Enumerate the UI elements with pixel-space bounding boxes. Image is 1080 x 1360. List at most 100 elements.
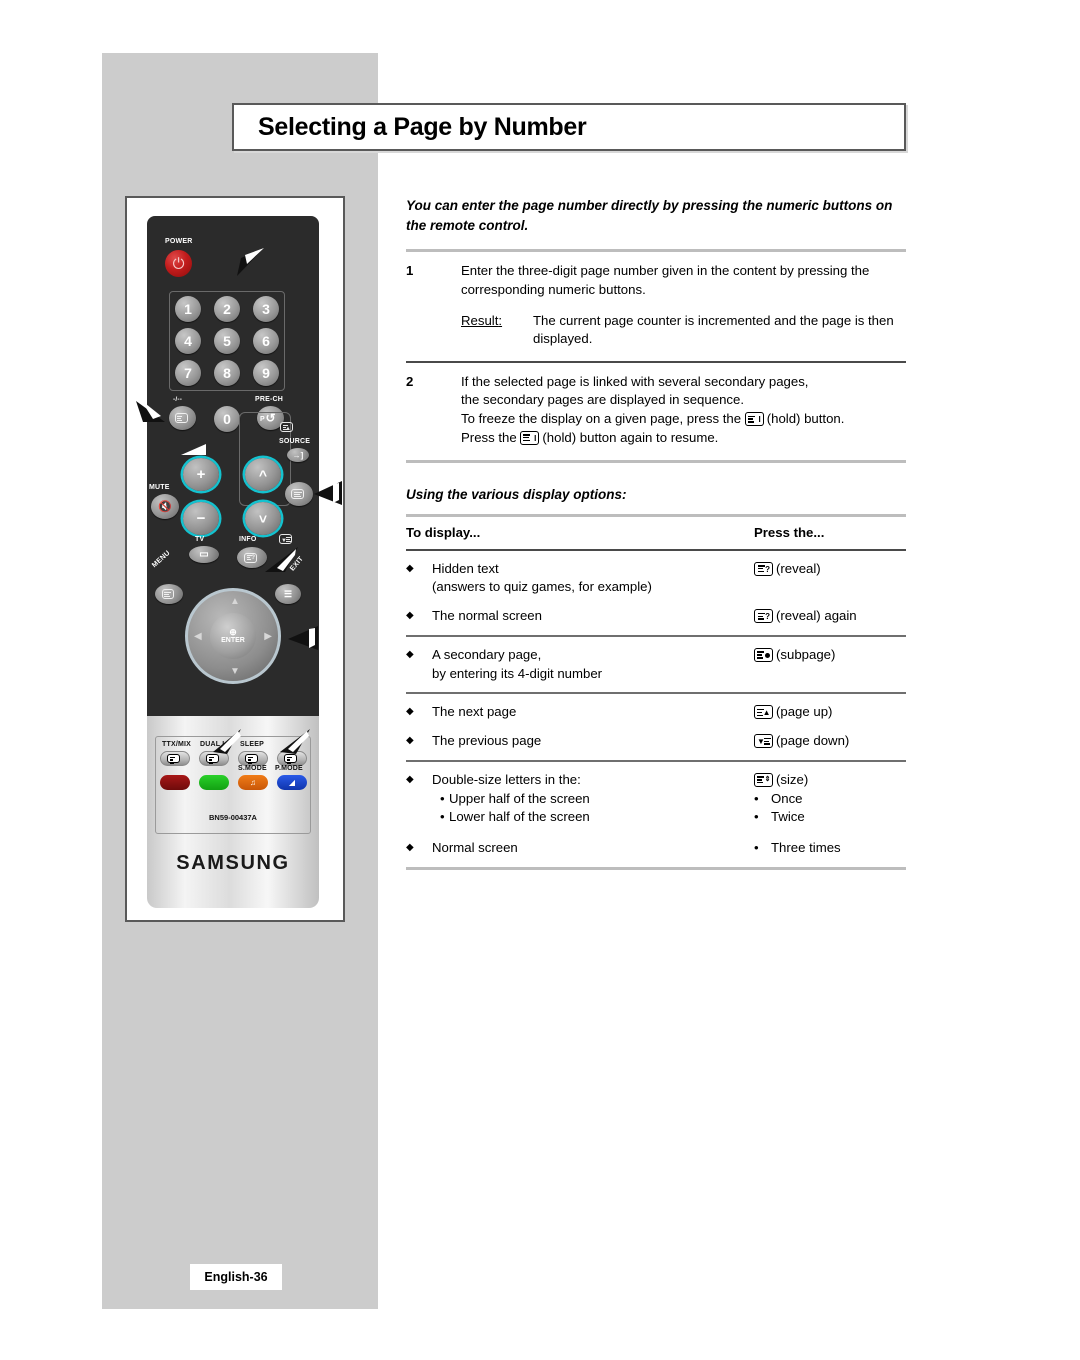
step-2-line-3: To freeze the display on a given page, p…: [461, 411, 845, 427]
bullet-diamond-icon: ◆: [406, 773, 414, 785]
program-label: P: [260, 416, 265, 423]
mute-label: MUTE: [149, 484, 170, 491]
row-display-text: A secondary page,: [432, 646, 542, 662]
table-row: ◆ Normal screen • Three times: [406, 827, 906, 858]
callout-arrow-size: [276, 728, 312, 758]
callout-arrow-right-middle: [311, 478, 343, 508]
table-rule-bottom: [406, 866, 906, 870]
key-2[interactable]: 2: [214, 296, 240, 322]
subrow-display-text: Lower half of the screen: [449, 809, 590, 825]
enter-button[interactable]: ⊕ ENTER: [210, 613, 256, 659]
teletext-index-button[interactable]: [169, 406, 196, 430]
teletext-page-down-icon: ▼: [754, 734, 773, 749]
step-2-line-1: If the selected page is linked with seve…: [461, 373, 809, 389]
menu-icon: [161, 589, 174, 599]
info-teletext-icon: ?: [244, 552, 257, 563]
exit-button[interactable]: ☰: [275, 584, 301, 604]
dpad-down-icon[interactable]: ▼: [230, 666, 240, 677]
volume-down-button[interactable]: −: [183, 502, 219, 535]
row-display-text: Double-size letters in the:: [432, 771, 581, 787]
info-label: INFO: [239, 536, 257, 543]
page-number-chip: English-36: [190, 1264, 282, 1290]
table-subrow: • Lower half of the screen • Twice: [406, 808, 906, 827]
s-mode-button[interactable]: ♫: [238, 775, 268, 790]
key-1[interactable]: 1: [175, 296, 201, 322]
teletext-subpage-icon: [754, 647, 773, 662]
bullet-diamond-icon: ◆: [406, 735, 414, 747]
bullet-dot-icon: •: [440, 790, 445, 806]
table-row: ◆ The previous page ▼ (page down): [406, 722, 906, 751]
green-key-button[interactable]: [199, 775, 229, 790]
table-group-2: ◆ A secondary page, by entering its 4-di…: [406, 637, 906, 692]
source-button[interactable]: →]: [287, 448, 309, 462]
teletext-page-up-icon: ▲: [754, 705, 773, 720]
channel-up-button[interactable]: ^: [245, 458, 281, 491]
intro-paragraph: You can enter the page number directly b…: [406, 198, 893, 233]
sleep-icon: [245, 754, 258, 764]
sleep-label: SLEEP: [240, 741, 264, 748]
callout-arrow-top: [231, 246, 265, 278]
bullet-dot-icon: •: [754, 840, 759, 856]
pre-ch-label: PRE-CH: [255, 396, 284, 403]
brand-logo: SAMSUNG: [176, 852, 290, 874]
dpad-left-icon[interactable]: ◀: [194, 631, 202, 642]
p-mode-label: P.MODE: [275, 765, 303, 772]
minus-slash-label: -/--: [173, 396, 183, 403]
numeric-keypad-group: 1 2 3 4 5 6 7 8 9: [169, 291, 285, 391]
table-subrow: • Upper half of the screen • Once: [406, 790, 906, 809]
step-1: 1 Enter the three-digit page number give…: [406, 252, 906, 361]
content-column: You can enter the page number directly b…: [406, 196, 906, 870]
table-row: ◆ A secondary page, by entering its 4-di…: [406, 646, 906, 683]
dpad-up-icon[interactable]: ▲: [230, 596, 240, 607]
page-title: Selecting a Page by Number: [258, 112, 587, 141]
subrow-display-text: Upper half of the screen: [449, 790, 590, 806]
table-row: ◆ Hidden text (answers to quiz games, fo…: [406, 560, 906, 597]
tv-label: TV: [195, 536, 205, 543]
teletext-reveal-icon: ?: [754, 609, 773, 624]
red-key-button[interactable]: [160, 775, 190, 790]
source-label: SOURCE: [279, 438, 311, 445]
bullet-diamond-icon: ◆: [406, 706, 414, 718]
volume-up-button[interactable]: +: [183, 458, 219, 491]
channel-down-button[interactable]: ˅: [245, 502, 281, 535]
row-press-text: (subpage): [776, 646, 836, 662]
key-9[interactable]: 9: [253, 360, 279, 386]
key-0[interactable]: 0: [214, 406, 240, 432]
teletext-page-up-icon-remote: ▲: [280, 422, 293, 432]
enter-label: ENTER: [221, 637, 245, 644]
key-7[interactable]: 7: [175, 360, 201, 386]
key-8[interactable]: 8: [214, 360, 240, 386]
row-press-text: Three times: [771, 840, 841, 856]
key-6[interactable]: 6: [253, 328, 279, 354]
teletext-index-icon: [174, 413, 188, 423]
directional-pad[interactable]: ▲ ▼ ◀ ▶ ⊕ ENTER: [185, 588, 281, 684]
step-2-line-4: Press the I (hold) button again to resum…: [461, 429, 719, 445]
power-label: POWER: [165, 238, 193, 245]
volume-indicator-wedge: [181, 444, 207, 456]
table-header-row: To display... Press the...: [406, 517, 906, 550]
menu-button[interactable]: [155, 584, 183, 604]
callout-arrow-teletext-index: [135, 398, 169, 428]
subrow-press-text: Once: [771, 790, 803, 806]
ttx-mix-label: TTX/MIX: [162, 741, 192, 748]
key-4[interactable]: 4: [175, 328, 201, 354]
bullet-dot-icon: •: [440, 809, 445, 825]
bullet-dot-icon: •: [754, 809, 759, 825]
key-3[interactable]: 3: [253, 296, 279, 322]
callout-arrow-info: [263, 546, 299, 576]
table-heading: Using the various display options:: [406, 486, 627, 502]
ttx-mix-button[interactable]: [160, 751, 190, 766]
enter-icon: ⊕: [229, 627, 237, 637]
key-5[interactable]: 5: [214, 328, 240, 354]
divider-after-steps: [406, 459, 906, 463]
table-group-1: ◆ Hidden text (answers to quiz games, fo…: [406, 551, 906, 635]
step-1-result-text: The current page counter is incremented …: [533, 312, 894, 347]
power-button[interactable]: ⏻: [165, 250, 192, 277]
mute-button[interactable]: 🔇: [151, 494, 179, 519]
step-1-result: Result: The current page counter is incr…: [461, 312, 906, 349]
tv-button[interactable]: ▭: [189, 546, 219, 563]
p-mode-button[interactable]: ◢: [277, 775, 307, 790]
dpad-right-icon[interactable]: ▶: [264, 631, 272, 642]
teletext-mode-button[interactable]: [285, 482, 313, 506]
row-display-text: Hidden text: [432, 560, 499, 576]
